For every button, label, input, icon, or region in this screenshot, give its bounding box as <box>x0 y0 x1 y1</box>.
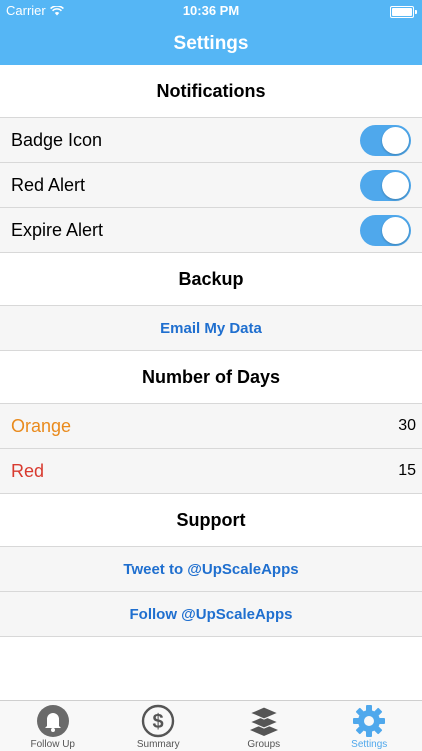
red-label: Red <box>11 461 398 482</box>
red-days-value: 15 <box>398 462 416 480</box>
tab-label: Summary <box>137 739 180 750</box>
toggle-knob <box>382 172 409 199</box>
tab-bar: Follow Up $ Summary Groups <box>0 700 422 751</box>
setting-label: Red Alert <box>11 175 360 196</box>
page-title: Settings <box>0 22 422 65</box>
setting-row-expire-alert: Expire Alert <box>0 208 422 253</box>
section-header-backup: Backup <box>0 253 422 306</box>
dollar-icon: $ <box>141 704 175 738</box>
svg-text:$: $ <box>153 711 164 733</box>
layers-icon <box>247 704 281 738</box>
orange-label: Orange <box>11 416 398 437</box>
status-time: 10:36 PM <box>0 0 422 22</box>
battery-icon <box>390 6 414 18</box>
follow-button[interactable]: Follow @UpScaleApps <box>0 592 422 637</box>
setting-row-red-alert: Red Alert <box>0 163 422 208</box>
toggle-knob <box>382 127 409 154</box>
tab-label: Groups <box>247 739 280 750</box>
orange-days-value: 30 <box>398 417 416 435</box>
section-header-notifications: Notifications <box>0 65 422 118</box>
setting-label: Expire Alert <box>11 220 360 241</box>
tab-groups[interactable]: Groups <box>211 701 317 751</box>
expire-alert-toggle[interactable] <box>360 215 411 246</box>
red-alert-toggle[interactable] <box>360 170 411 201</box>
tab-summary[interactable]: $ Summary <box>106 701 212 751</box>
toggle-knob <box>382 217 409 244</box>
header: Carrier 10:36 PM Settings <box>0 0 422 65</box>
setting-label: Badge Icon <box>11 130 360 151</box>
days-row-orange[interactable]: Orange 30 <box>0 404 422 449</box>
bell-icon <box>36 704 70 738</box>
setting-row-badge-icon: Badge Icon <box>0 118 422 163</box>
email-my-data-button[interactable]: Email My Data <box>0 306 422 351</box>
badge-icon-toggle[interactable] <box>360 125 411 156</box>
section-header-number-of-days: Number of Days <box>0 351 422 404</box>
status-bar: Carrier 10:36 PM <box>0 0 422 22</box>
settings-list: Notifications Badge Icon Red Alert Expir… <box>0 65 422 637</box>
tab-label: Settings <box>351 739 387 750</box>
tab-follow-up[interactable]: Follow Up <box>0 701 106 751</box>
section-header-support: Support <box>0 494 422 547</box>
tab-label: Follow Up <box>31 739 75 750</box>
gear-icon <box>352 704 386 738</box>
tab-settings[interactable]: Settings <box>317 701 422 751</box>
days-row-red[interactable]: Red 15 <box>0 449 422 494</box>
tweet-button[interactable]: Tweet to @UpScaleApps <box>0 547 422 592</box>
